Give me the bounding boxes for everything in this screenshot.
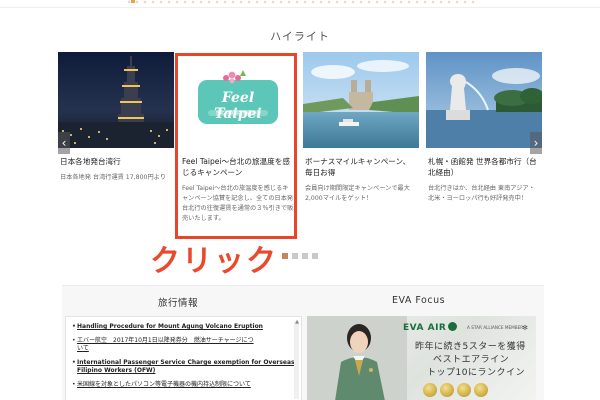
eva-focus-title: EVA Focus: [392, 295, 446, 306]
pager-dot-1[interactable]: [282, 253, 288, 259]
top-divider: [0, 7, 600, 8]
paris-seine-photo: [303, 52, 419, 148]
top-accent-mark: [131, 0, 135, 3]
card-4-title[interactable]: 札幌・函館発 世界各都市行（台北経由）: [426, 156, 542, 178]
card-1-title[interactable]: 日本各地発台湾行: [58, 156, 174, 167]
top-dotted-border: [125, 0, 480, 4]
highlight-section-title: ハイライト: [270, 30, 330, 43]
highlight-card-4[interactable]: 札幌・函館発 世界各都市行（台北経由） 台北行きはか、台北経由 東南アジア・北米…: [426, 52, 542, 204]
eva-banner-line-3: トップ10にランクイン: [427, 368, 525, 378]
award-badges: [423, 382, 491, 400]
news-item-2[interactable]: エバー航空 2017年10月1日以降発券分 燃油サーチャージについて: [72, 337, 295, 353]
news-item-4[interactable]: 米国線を対象としたパソコン等電子機器の機内持込制限について: [72, 381, 295, 389]
taipei-101-night-photo: [58, 52, 174, 148]
bottom-info-panel: 旅行情報 EVA Focus Handling Procedure for Mo…: [62, 285, 544, 400]
pager-dot-4[interactable]: [312, 253, 318, 259]
award-badge-icon: [457, 383, 471, 397]
eva-banner-line-2: ベストエアライン: [433, 355, 510, 365]
annotation-click-label: クリック: [150, 244, 278, 279]
award-badge-icon: [423, 383, 437, 397]
carousel-pager: [282, 244, 322, 263]
card-4-desc: 台北行きはか、台北経由 東南アジア・北米・ヨーロッパ行も好評発売中！: [428, 185, 535, 202]
eva-focus-banner[interactable]: EVA AIR A STAR ALLIANCE MEMBER ✻ 昨年に続き5ス…: [307, 316, 536, 400]
news-item-3[interactable]: International Passenger Service Charge e…: [72, 359, 295, 375]
highlight-card-1[interactable]: 日本各地発台湾行 日本各地発 台湾行運賃 17,800円より: [58, 52, 174, 183]
award-badge-icon: [440, 383, 454, 397]
highlight-card-3[interactable]: ボーナスマイルキャンペーン、毎日お得 会員向け期間限定キャンペーンで最大2,00…: [303, 52, 419, 204]
star-alliance-icon: ✻: [522, 324, 528, 332]
travel-info-title: 旅行情報: [158, 298, 199, 309]
singapore-merlion-photo: [426, 52, 542, 148]
pager-dot-3[interactable]: [302, 253, 308, 259]
card-3-title[interactable]: ボーナスマイルキャンペーン、毎日お得: [303, 156, 419, 178]
eva-banner-line-1: 昨年に続き5スターを獲得: [415, 342, 526, 352]
carousel-next-arrow[interactable]: ›: [530, 132, 542, 154]
annotation-highlight-box: [175, 53, 297, 239]
news-item-1[interactable]: Handling Procedure for Mount Agung Volca…: [72, 323, 295, 331]
card-1-desc: 日本各地発 台湾行運賃 17,800円より: [60, 174, 166, 181]
highlight-carousel: 日本各地発台湾行 日本各地発 台湾行運賃 17,800円より Feel Taip…: [58, 52, 542, 252]
star-alliance-text: A STAR ALLIANCE MEMBER: [467, 325, 524, 330]
news-scrollbar[interactable]: [294, 321, 299, 399]
travel-info-list: Handling Procedure for Mount Agung Volca…: [65, 316, 302, 400]
award-badge-icon: [474, 383, 488, 397]
carousel-prev-arrow[interactable]: ‹: [58, 132, 70, 154]
scroll-up-icon[interactable]: ▲: [295, 319, 299, 325]
eva-air-logo: EVA AIR: [403, 322, 458, 333]
flight-attendant-photo: [307, 316, 407, 400]
pager-dot-2[interactable]: [292, 253, 298, 259]
card-3-desc: 会員向け期間限定キャンペーンで最大2,000マイルをゲット！: [305, 185, 410, 202]
